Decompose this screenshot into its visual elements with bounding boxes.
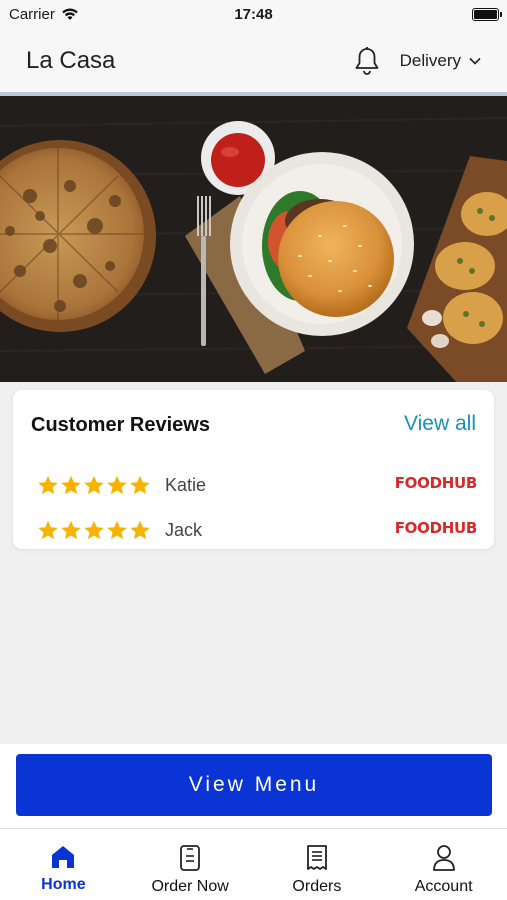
receipt-icon <box>306 845 327 870</box>
notification-bell-icon[interactable] <box>354 46 380 76</box>
tab-label: Account <box>414 878 473 895</box>
star-icon <box>61 520 81 539</box>
delivery-label: Delivery <box>399 51 461 70</box>
star-icon <box>38 475 58 494</box>
star-icon <box>130 475 150 494</box>
star-icon <box>84 520 104 539</box>
tab-label: Home <box>41 876 86 893</box>
star-icon <box>84 475 104 494</box>
reviewer-name: Katie <box>165 474 207 495</box>
app-header: La Casa Delivery <box>0 28 507 94</box>
foodhub-logo: FOODHUB <box>394 474 478 492</box>
chevron-down-icon <box>469 57 481 65</box>
star-rating <box>37 520 151 541</box>
clock: 17:48 <box>234 5 273 23</box>
account-icon <box>432 845 455 871</box>
status-bar: Carrier 17:48 <box>0 0 507 28</box>
carrier-label: Carrier <box>9 5 55 23</box>
tab-order-now[interactable]: Order Now <box>127 829 254 900</box>
hero-food-banner <box>0 96 507 382</box>
star-icon <box>107 520 127 539</box>
star-icon <box>130 520 150 539</box>
view-all-link[interactable]: View all <box>404 412 476 436</box>
star-rating <box>37 475 151 496</box>
star-icon <box>38 520 58 539</box>
delivery-selector[interactable]: Delivery <box>400 51 481 71</box>
star-icon <box>61 475 81 494</box>
star-icon <box>107 475 127 494</box>
bottom-tab-bar: Home Order Now Orders Account <box>0 828 507 900</box>
reviews-title: Customer Reviews <box>31 414 210 436</box>
restaurant-name: La Casa <box>26 47 116 74</box>
order-now-icon <box>180 845 201 871</box>
customer-reviews-card: Customer Reviews View all Katie FOODHUB … <box>13 390 494 549</box>
review-row: Katie FOODHUB <box>37 471 477 499</box>
tab-home[interactable]: Home <box>0 829 127 900</box>
tab-label: Order Now <box>151 878 229 895</box>
reviewer-name: Jack <box>165 519 203 540</box>
tab-label: Orders <box>292 878 342 895</box>
app-screen: Carrier 17:48 La Casa Delivery Customer … <box>0 0 507 900</box>
home-icon <box>52 846 75 868</box>
foodhub-logo: FOODHUB <box>394 519 478 537</box>
wifi-icon <box>62 8 78 20</box>
battery-icon <box>472 7 502 21</box>
tab-orders[interactable]: Orders <box>254 829 381 900</box>
tab-account[interactable]: Account <box>380 829 507 900</box>
view-menu-button[interactable]: View Menu <box>16 754 492 816</box>
review-row: Jack FOODHUB <box>37 516 477 544</box>
